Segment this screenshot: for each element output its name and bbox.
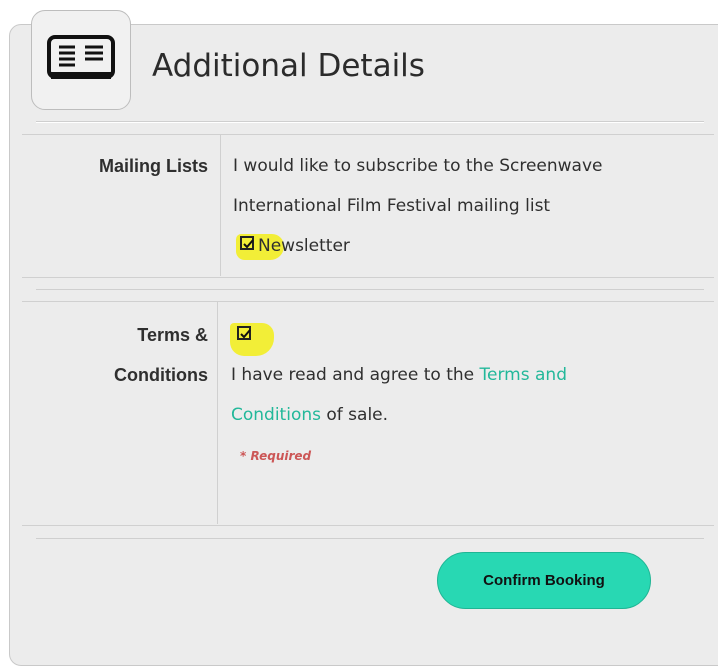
terms-text-line1: I have read and agree to the Terms and [231,355,567,395]
confirm-booking-button[interactable]: Confirm Booking [437,552,651,609]
mailing-lists-label: Mailing Lists [98,156,208,176]
terms-text-prefix: I have read and agree to the [231,365,480,385]
title-divider-highlight [36,122,704,123]
newsletter-label[interactable]: Newsletter [258,226,350,266]
terms-label-line2: Conditions [114,365,208,385]
terms-text-suffix: of sale. [320,405,389,425]
terms-link-part2[interactable]: Conditions [231,405,321,425]
terms-link-part1[interactable]: Terms and [480,365,567,385]
terms-checkbox[interactable] [237,326,251,340]
mailing-lists-column-divider [220,135,221,276]
mailing-description-line1: I would like to subscribe to the Screenw… [233,156,603,176]
newspaper-icon [47,35,115,79]
newsletter-checkbox[interactable] [240,236,254,250]
row-separator [36,289,704,290]
section-icon-box [31,10,131,110]
terms-text-line2: Conditions of sale. [231,395,388,435]
terms-label-line1: Terms & [137,325,208,345]
terms-column-divider [217,302,218,524]
checkmark-icon [243,239,254,249]
confirm-booking-label: Confirm Booking [483,572,605,589]
section-title: Additional Details [152,48,425,84]
mailing-description-line2: International Film Festival mailing list [233,196,551,216]
actions-divider [36,538,704,539]
checkmark-icon [240,329,251,339]
required-note: * Required [240,449,312,463]
